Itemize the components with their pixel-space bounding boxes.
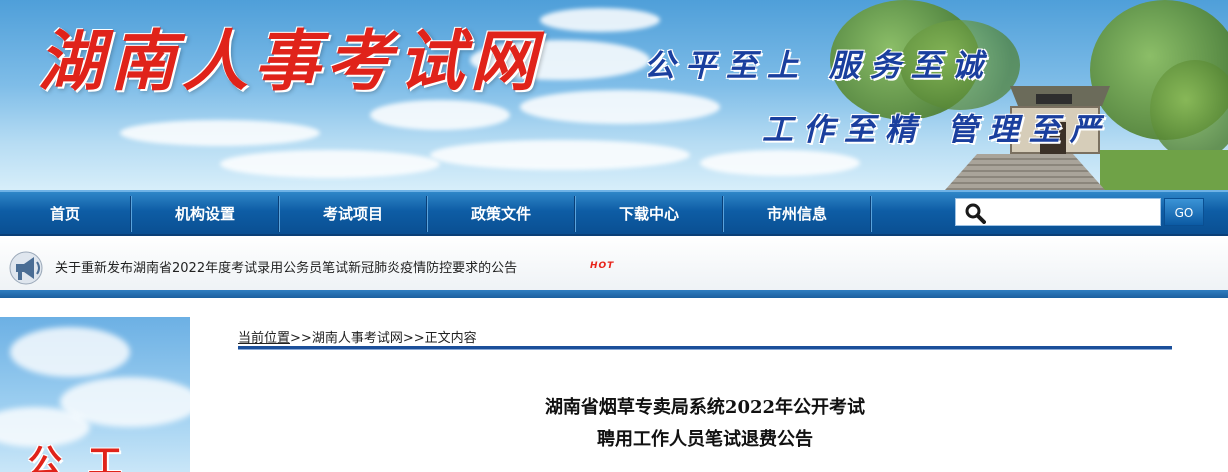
article-title-line-1: 湖南省烟草专卖局系统2022年公开考试 bbox=[544, 397, 866, 418]
stairs-decoration bbox=[945, 154, 1105, 190]
left-panel-slogan: 公工 bbox=[28, 443, 148, 472]
slogan-line-1: 公平至上 服务至诚 bbox=[644, 48, 993, 84]
tree-decoration bbox=[1150, 60, 1228, 160]
notice-link[interactable]: 关于重新发布湖南省2022年度考试录用公务员笔试新冠肺炎疫情防控要求的公告 bbox=[55, 257, 517, 276]
breadcrumb-divider bbox=[238, 346, 1172, 352]
nav-item-city-info[interactable]: 市州信息 bbox=[724, 192, 870, 236]
breadcrumb-separator: >> bbox=[402, 331, 425, 346]
article-title-line-2: 聘用工作人员笔试退费公告 bbox=[597, 429, 813, 450]
cloud-decoration bbox=[520, 90, 720, 124]
breadcrumb-page: 正文内容 bbox=[424, 331, 477, 346]
nav-divider bbox=[870, 196, 872, 232]
breadcrumb-site-link[interactable]: 湖南人事考试网 bbox=[312, 331, 403, 346]
nav-item-exams[interactable]: 考试项目 bbox=[280, 192, 426, 236]
cloud-decoration bbox=[220, 150, 440, 178]
megaphone-icon bbox=[9, 251, 43, 285]
lawn-decoration bbox=[1100, 150, 1228, 190]
cloud-decoration bbox=[10, 327, 130, 377]
left-side-banner: 公工 bbox=[0, 317, 190, 472]
cloud-decoration bbox=[430, 140, 690, 170]
site-logo-title: 湖南人事考试网 bbox=[38, 22, 542, 100]
search-icon bbox=[965, 203, 986, 224]
slogan-line-2: 工作至精 管理至严 bbox=[762, 112, 1111, 148]
cloud-decoration bbox=[700, 150, 860, 176]
building-plaque bbox=[1036, 94, 1072, 104]
cloud-decoration bbox=[540, 8, 660, 32]
nav-item-home[interactable]: 首页 bbox=[0, 192, 130, 236]
breadcrumb: 当前位置>>湖南人事考试网>>正文内容 bbox=[238, 327, 477, 346]
nav-item-organization[interactable]: 机构设置 bbox=[132, 192, 278, 236]
search-input[interactable] bbox=[955, 198, 1161, 226]
breadcrumb-current-label: 当前位置 bbox=[238, 331, 291, 346]
nav-item-downloads[interactable]: 下载中心 bbox=[576, 192, 722, 236]
notice-divider bbox=[0, 290, 1228, 298]
header-banner: 湖南人事考试网 公平至上 服务至诚 工作至精 管理至严 bbox=[0, 0, 1228, 190]
cloud-decoration bbox=[120, 120, 320, 146]
breadcrumb-separator: >> bbox=[290, 331, 312, 346]
hot-badge: HOT bbox=[590, 261, 615, 271]
search-go-button[interactable]: GO bbox=[1164, 198, 1204, 226]
nav-item-policies[interactable]: 政策文件 bbox=[428, 192, 574, 236]
cloud-decoration bbox=[370, 100, 510, 130]
